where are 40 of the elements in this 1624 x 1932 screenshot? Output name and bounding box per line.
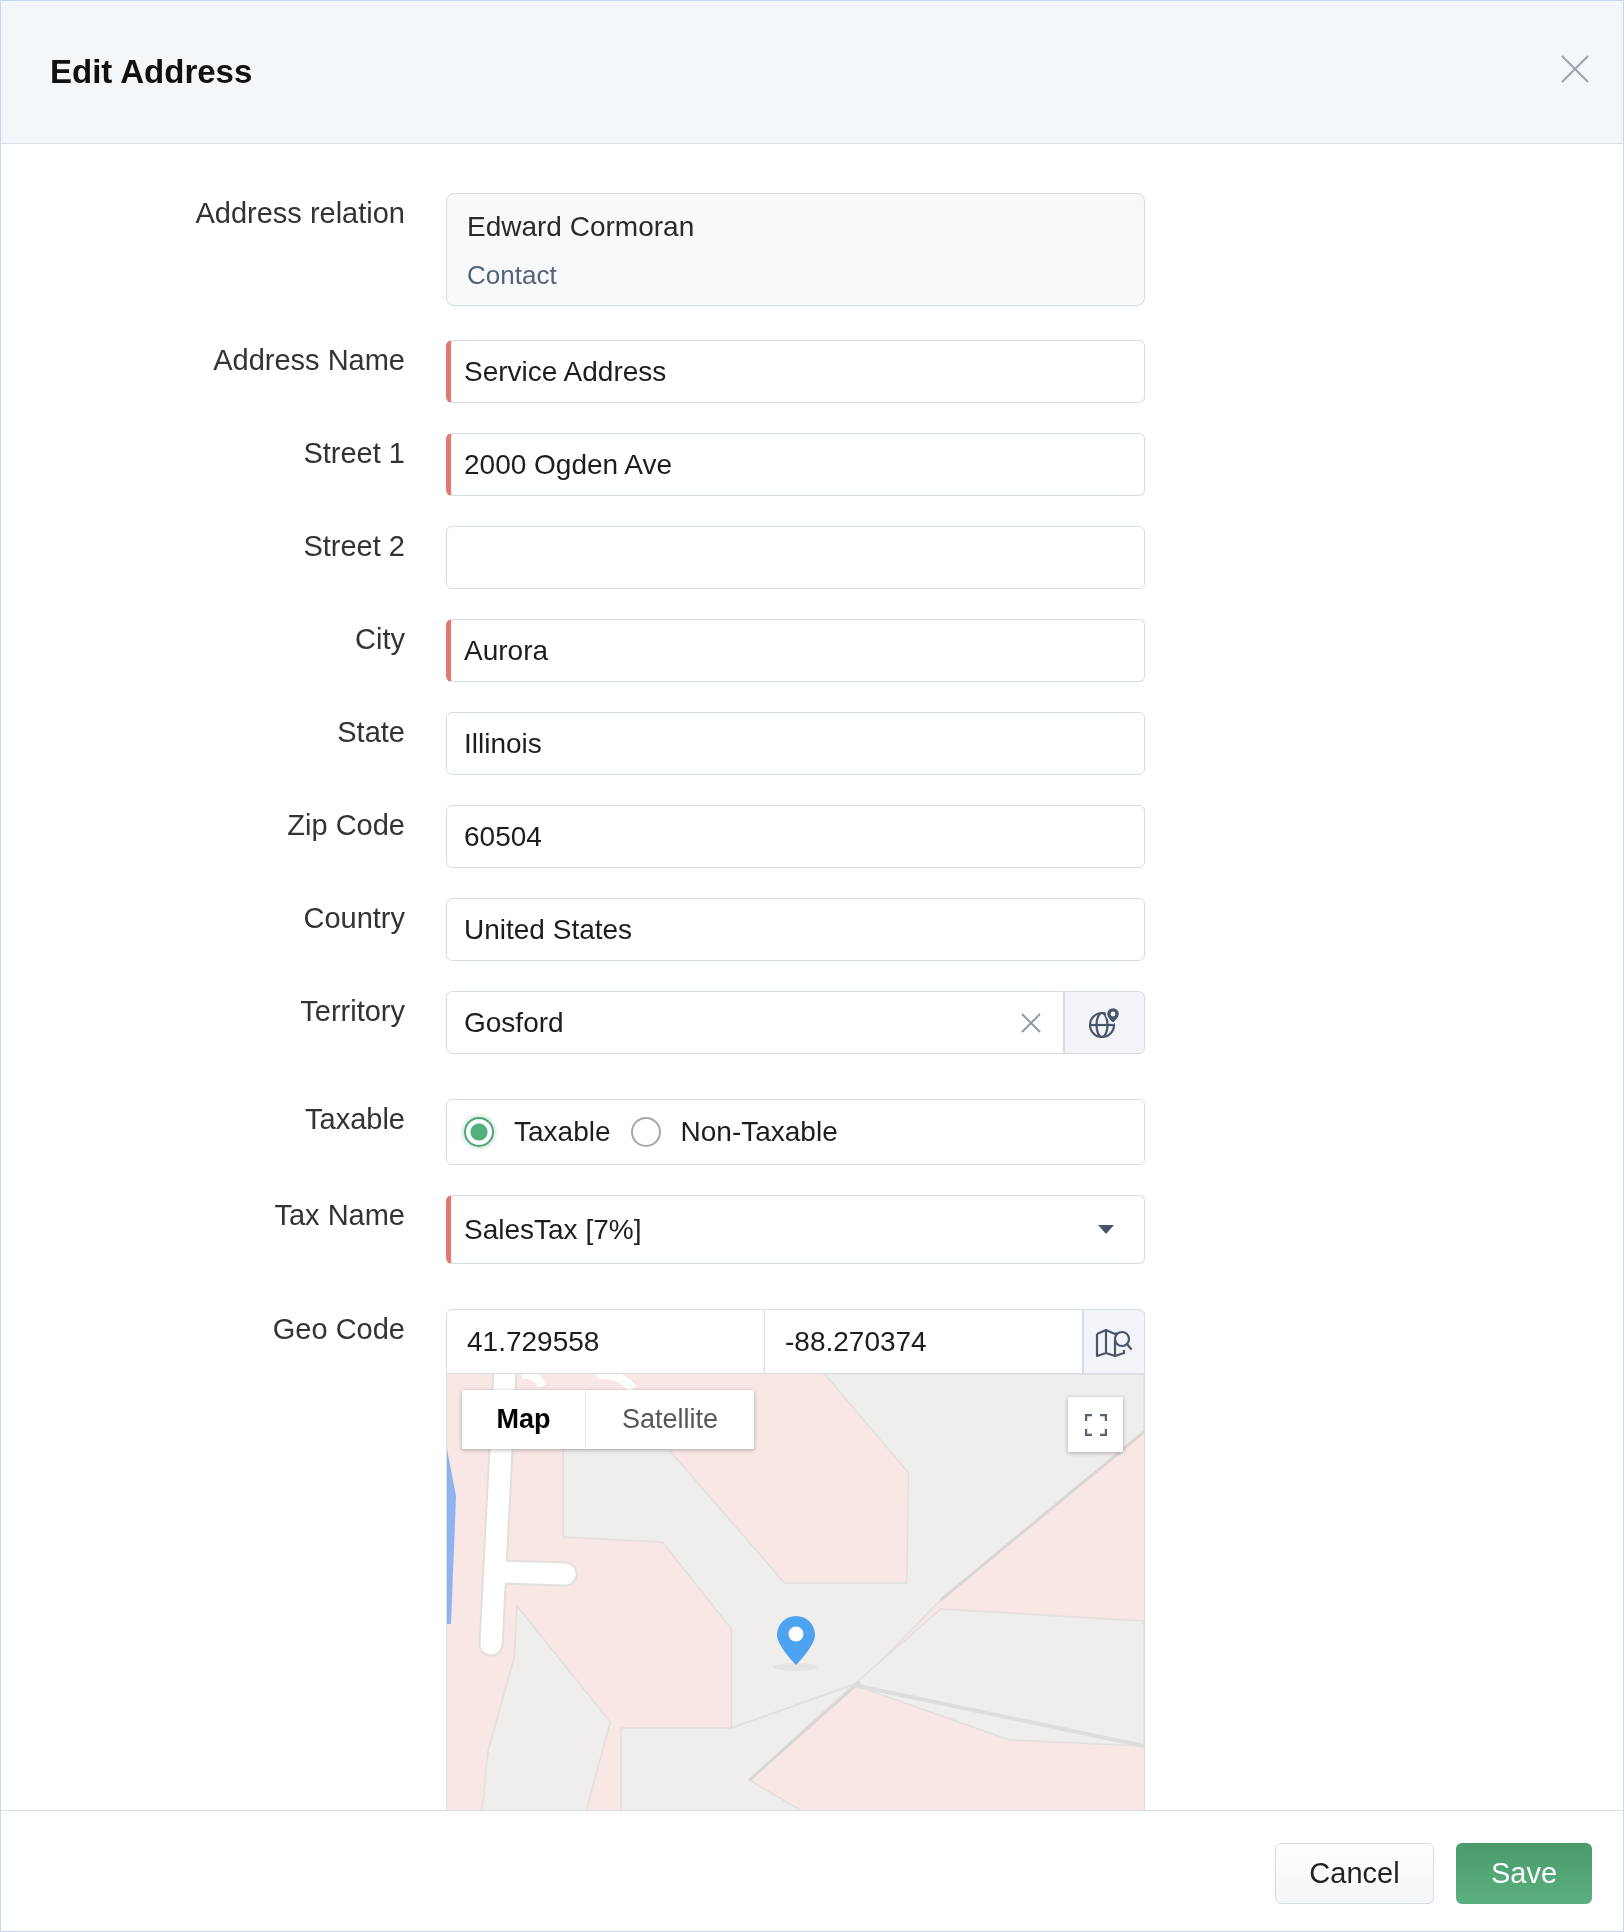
field-label: Territory: [300, 994, 405, 1028]
dialog-title: Edit Address: [50, 52, 253, 92]
field-label: Street 1: [303, 436, 405, 470]
text-field[interactable]: 2000 Ogden Ave: [446, 433, 1145, 496]
field-label: City: [355, 622, 405, 656]
field-label: Zip Code: [287, 808, 405, 842]
map-type-tab[interactable]: Satellite: [585, 1390, 754, 1449]
map-pin-icon: [776, 1615, 816, 1666]
globe-pin-icon: [1087, 1005, 1122, 1040]
fullscreen-icon: [1084, 1413, 1107, 1436]
globe-pin-button[interactable]: [1064, 991, 1145, 1054]
radio-option[interactable]: Taxable: [464, 1112, 611, 1152]
field-label: Tax Name: [274, 1198, 405, 1232]
contact-name: Edward Cormoran: [467, 210, 695, 244]
relation-type: Contact: [467, 259, 557, 292]
caret-down-icon: [1098, 1225, 1114, 1234]
longitude-field[interactable]: -88.270374: [765, 1309, 1083, 1374]
close-icon: [1561, 55, 1589, 83]
clear-icon[interactable]: [1021, 1012, 1041, 1033]
field-label: Country: [303, 901, 405, 935]
field-label: State: [337, 715, 405, 749]
lookup-field[interactable]: Gosford: [446, 991, 1064, 1054]
text-field[interactable]: Illinois: [446, 712, 1145, 775]
field-label: Address Name: [213, 343, 405, 377]
radio-option[interactable]: Non-Taxable: [630, 1112, 838, 1152]
select-field[interactable]: SalesTax [7%]: [446, 1195, 1145, 1264]
text-field[interactable]: 60504: [446, 805, 1145, 868]
map-search-button[interactable]: [1083, 1309, 1145, 1374]
map-type-tab[interactable]: Map: [462, 1390, 585, 1449]
text-field[interactable]: [446, 526, 1145, 589]
field-label: Street 2: [303, 529, 405, 563]
field-label: Geo Code: [272, 1312, 405, 1346]
field-label: Address relation: [195, 196, 405, 230]
cancel-button[interactable]: Cancel: [1275, 1843, 1434, 1904]
latitude-field[interactable]: 41.729558: [446, 1309, 765, 1374]
text-field[interactable]: Aurora: [446, 619, 1145, 682]
text-field[interactable]: United States: [446, 898, 1145, 961]
fullscreen-button[interactable]: [1068, 1397, 1123, 1452]
field-label: Taxable: [305, 1102, 405, 1136]
text-field[interactable]: Service Address: [446, 340, 1145, 403]
